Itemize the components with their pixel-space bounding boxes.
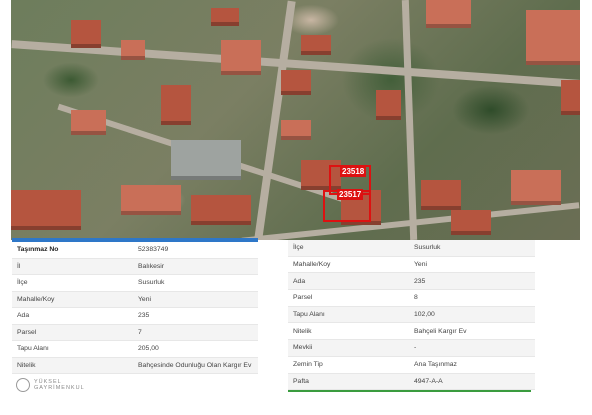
building: [121, 185, 181, 215]
building: [171, 140, 241, 180]
table-row: Taşınmaz No 52383749: [12, 242, 258, 259]
field-value: 102,00: [414, 311, 435, 319]
field-value: 235: [138, 312, 150, 320]
field-label: Nitelik: [17, 361, 36, 369]
field-label: Mahalle/Koy: [17, 295, 55, 303]
building: [561, 80, 580, 115]
field-value: 7: [138, 328, 142, 336]
table-row: Mahalle/Koy Yeni: [288, 257, 535, 274]
field-label: İl: [17, 262, 21, 270]
field-label: Mahalle/Koy: [293, 261, 331, 269]
table-row: Tapu Alanı 102,00: [288, 306, 535, 324]
building: [426, 0, 471, 28]
road: [401, 0, 418, 240]
table-row: Mahalle/Koy Yeni: [12, 291, 258, 308]
table-row: Ada 235: [12, 308, 258, 325]
building: [161, 85, 191, 125]
parcel-info-panel-right: İlçe Susurluk Mahalle/Koy Yeni Ada 235 Pars…: [288, 240, 535, 393]
table-row: İlçe Susurluk: [288, 240, 535, 257]
field-value: 52383749: [138, 246, 169, 254]
field-value: Susurluk: [138, 279, 165, 287]
field-value: Ana Taşınmaz: [414, 361, 457, 369]
field-value: Susurluk: [414, 244, 441, 252]
table-row: Zemin Tip Ana Taşınmaz: [288, 357, 535, 374]
building: [421, 180, 461, 210]
satellite-map: 23518 23517: [11, 0, 580, 240]
field-value: Yeni: [138, 295, 151, 303]
field-value: Balıkesir: [138, 262, 165, 270]
logo-text: YÜKSEL GAYRİMENKUL: [34, 379, 85, 391]
table-row: Nitelik Bahçesinde Odunluğu Olan Kargır E…: [12, 357, 258, 374]
field-value: 235: [414, 277, 426, 285]
field-label: Ada: [17, 312, 30, 320]
field-value: 8: [414, 294, 418, 302]
table-row: Nitelik Bahçeli Kargır Ev: [288, 323, 535, 341]
field-label: Parsel: [17, 328, 37, 336]
building: [71, 110, 106, 135]
building: [301, 35, 331, 55]
table-row: Mevkii -: [288, 340, 535, 357]
building: [281, 70, 311, 95]
building: [221, 40, 261, 75]
field-label: Taşınmaz No: [17, 246, 59, 254]
building: [281, 120, 311, 140]
parcel-label: 23517: [337, 189, 364, 200]
table-row: Parsel 7: [12, 324, 258, 341]
company-logo: YÜKSEL GAYRİMENKUL: [16, 378, 85, 392]
building: [191, 195, 251, 225]
panel-bottom-accent: [288, 390, 531, 393]
table-row: İlçe Susurluk: [12, 275, 258, 292]
field-label: Tapu Alanı: [293, 311, 325, 319]
building: [511, 170, 561, 205]
field-value: Yeni: [414, 261, 427, 269]
field-label: İlçe: [17, 279, 28, 287]
field-label: Tapu Alanı: [17, 345, 49, 353]
building: [451, 210, 491, 235]
logo-icon: [16, 378, 30, 392]
field-label: Parsel: [293, 294, 313, 302]
field-label: İlçe: [293, 244, 304, 252]
field-label: Ada: [293, 277, 306, 285]
field-label: Nitelik: [293, 327, 312, 335]
field-value: 205,00: [138, 345, 159, 353]
field-label: Pafta: [293, 377, 309, 385]
building: [71, 20, 101, 48]
field-label: Zemin Tip: [293, 361, 323, 369]
table-row: İl Balıkesir: [12, 258, 258, 275]
table-row: Ada 235: [288, 273, 535, 291]
parcel-label: 23518: [340, 166, 367, 177]
field-value: Bahçesinde Odunluğu Olan Kargır Ev: [138, 361, 252, 369]
logo-line-2: GAYRİMENKUL: [34, 385, 85, 391]
table-row: Pafta 4947-A-A: [288, 373, 535, 391]
building: [121, 40, 145, 60]
field-label: Mevkii: [293, 344, 313, 352]
parcel-info-panel-left: Taşınmaz No 52383749 İl Balıkesir İlçe Susu…: [12, 238, 258, 390]
table-row: Parsel 8: [288, 290, 535, 307]
field-value: -: [414, 344, 417, 352]
building: [11, 190, 81, 230]
field-value: 4947-A-A: [414, 377, 443, 385]
building: [526, 10, 580, 65]
building: [376, 90, 401, 120]
table-row: Tapu Alanı 205,00: [12, 341, 258, 358]
building: [211, 8, 239, 26]
field-value: Bahçeli Kargır Ev: [414, 327, 467, 335]
info-table: Taşınmaz No 52383749 İl Balıkesir İlçe Susu…: [12, 242, 258, 374]
